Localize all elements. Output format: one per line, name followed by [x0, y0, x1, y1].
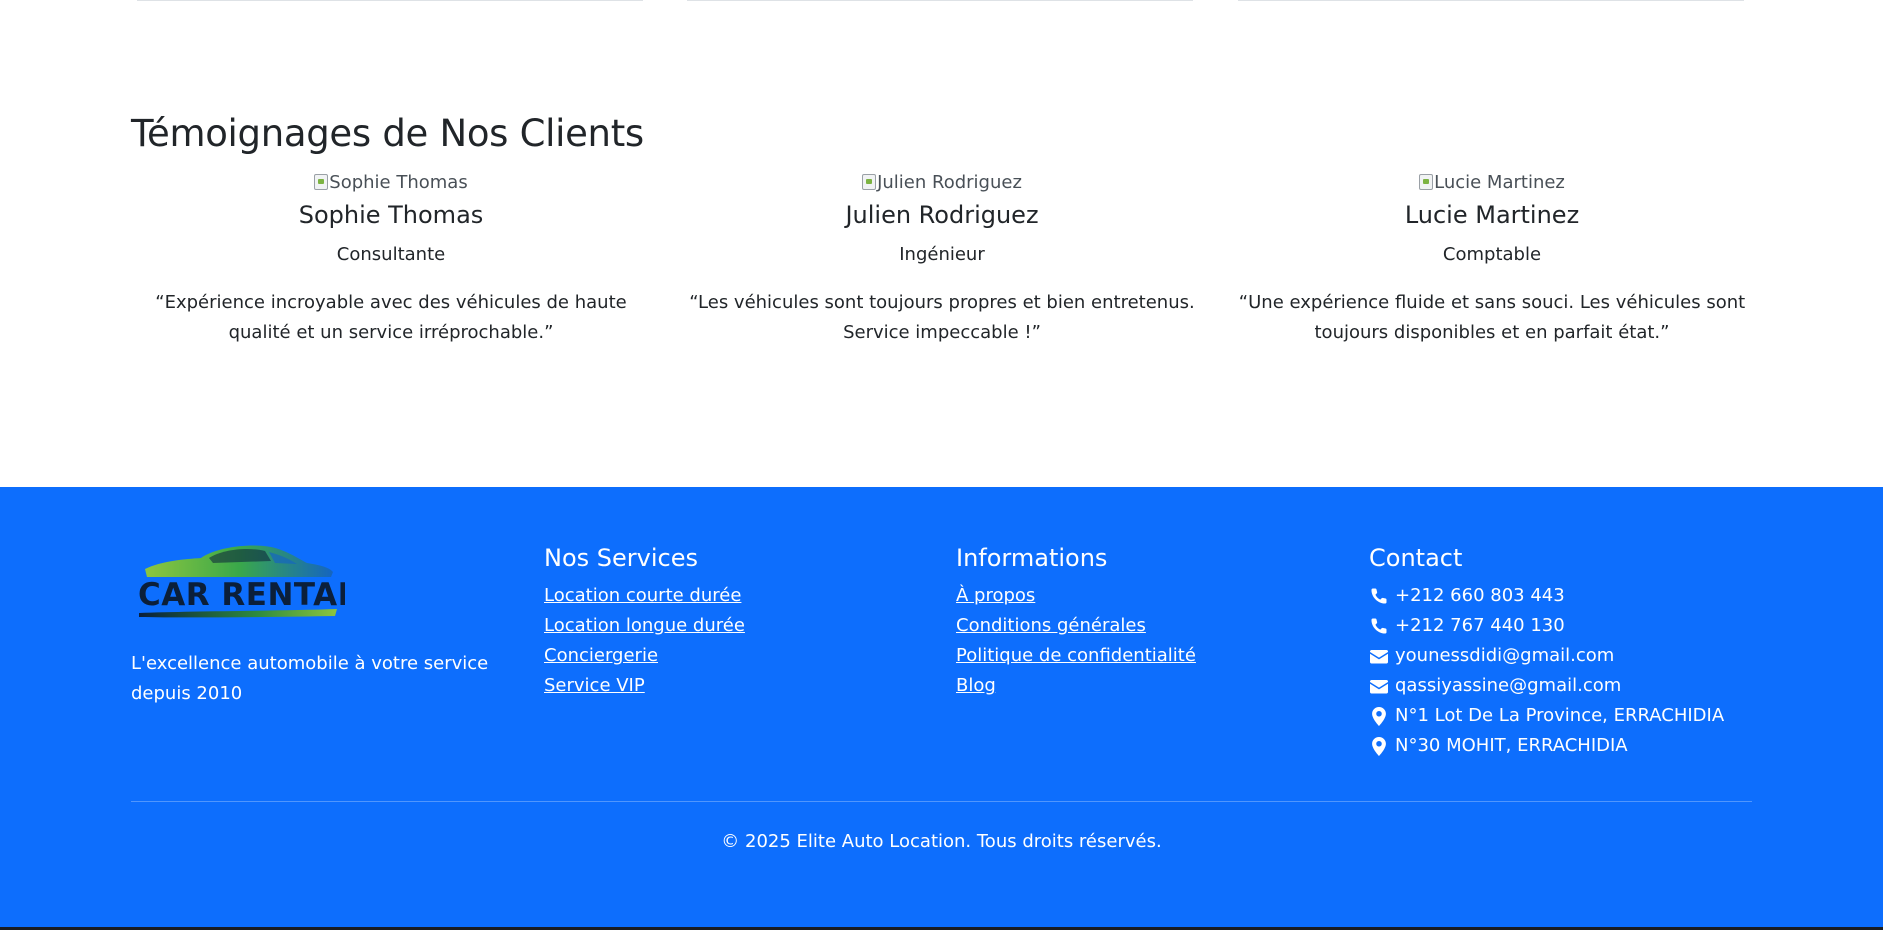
contact-list: +212 660 803 443 +212 767 440 130 younes…: [1369, 581, 1724, 761]
envelope-icon: [1369, 648, 1389, 664]
client-name: Lucie Martinez: [1404, 201, 1580, 229]
site-footer: CAR RENTAL L'excellence automobile à vot…: [0, 487, 1883, 930]
testimonial-card: Sophie Thomas Sophie Thomas Consultante …: [126, 170, 656, 348]
contact-text: +212 660 803 443: [1395, 585, 1565, 606]
client-role: Ingénieur: [899, 244, 985, 265]
contact-phone: +212 660 803 443: [1369, 581, 1724, 611]
contact-text: +212 767 440 130: [1395, 615, 1565, 636]
phone-icon: [1369, 587, 1389, 605]
footer-tagline: L'excellence automobile à votre service …: [131, 653, 489, 704]
contact-text: N°1 Lot De La Province, ERRACHIDIA: [1395, 705, 1725, 726]
testimonial-card: Julien Rodriguez Julien Rodriguez Ingéni…: [677, 170, 1207, 348]
svg-text:CAR RENTAL: CAR RENTAL: [138, 577, 345, 613]
broken-image-icon: [862, 174, 877, 190]
phone-icon: [1369, 617, 1389, 635]
client-photo-broken-image: Sophie Thomas: [314, 170, 468, 194]
client-role: Consultante: [336, 244, 446, 265]
client-quote: “Une expérience fluide et sans souci. Le…: [1238, 292, 1746, 343]
services-list: Location courte durée Location longue du…: [544, 581, 745, 701]
car-rental-logo[interactable]: CAR RENTAL: [131, 539, 357, 625]
informations-list: À propos Conditions générales Politique …: [956, 581, 1196, 701]
client-role: Comptable: [1442, 244, 1542, 265]
footer-divider: [131, 801, 1752, 802]
link-a-propos[interactable]: À propos: [956, 585, 1035, 606]
footer-informations: Informations À propos Conditions général…: [956, 543, 1196, 701]
link-conditions-generales[interactable]: Conditions générales: [956, 615, 1146, 636]
link-service-vip[interactable]: Service VIP: [544, 675, 645, 696]
footer-contact: Contact +212 660 803 443 +212 767 440 13…: [1369, 543, 1724, 761]
contact-text: younessdidi@gmail.com: [1395, 645, 1615, 666]
client-quote: “Expérience incroyable avec des véhicule…: [155, 292, 627, 343]
contact-heading: Contact: [1369, 544, 1463, 572]
testimonials-section: Témoignages de Nos Clients Sophie Thomas…: [0, 0, 1883, 487]
link-location-courte-duree[interactable]: Location courte durée: [544, 585, 741, 606]
client-name: Sophie Thomas: [298, 201, 484, 229]
section-title: Témoignages de Nos Clients: [131, 112, 644, 155]
link-location-longue-duree[interactable]: Location longue durée: [544, 615, 745, 636]
testimonial-card: Lucie Martinez Lucie Martinez Comptable …: [1227, 170, 1757, 348]
services-heading: Nos Services: [544, 544, 698, 572]
client-photo-broken-image: Julien Rodriguez: [862, 170, 1022, 194]
informations-heading: Informations: [956, 544, 1108, 572]
copyright-text: © 2025 Elite Auto Location. Tous droits …: [721, 831, 1162, 852]
contact-email: younessdidi@gmail.com: [1369, 641, 1724, 671]
contact-email: qassiyassine@gmail.com: [1369, 671, 1724, 701]
image-alt-text: Lucie Martinez: [1434, 171, 1565, 193]
client-photo-broken-image: Lucie Martinez: [1419, 170, 1565, 194]
client-name: Julien Rodriguez: [845, 201, 1039, 229]
broken-image-icon: [314, 174, 329, 190]
image-alt-text: Sophie Thomas: [329, 171, 468, 193]
envelope-icon: [1369, 678, 1389, 694]
contact-address: N°1 Lot De La Province, ERRACHIDIA: [1369, 701, 1724, 731]
link-politique-confidentialite[interactable]: Politique de confidentialité: [956, 645, 1196, 666]
image-alt-text: Julien Rodriguez: [877, 171, 1022, 193]
footer-services: Nos Services Location courte durée Locat…: [544, 543, 745, 701]
contact-text: qassiyassine@gmail.com: [1395, 675, 1622, 696]
link-blog[interactable]: Blog: [956, 675, 996, 696]
map-marker-icon: [1369, 706, 1389, 726]
contact-text: N°30 MOHIT, ERRACHIDIA: [1395, 735, 1628, 756]
map-marker-icon: [1369, 736, 1389, 756]
client-quote: “Les véhicules sont toujours propres et …: [689, 292, 1195, 343]
contact-phone: +212 767 440 130: [1369, 611, 1724, 641]
broken-image-icon: [1419, 174, 1434, 190]
footer-brand: CAR RENTAL L'excellence automobile à vot…: [131, 543, 511, 709]
contact-address: N°30 MOHIT, ERRACHIDIA: [1369, 731, 1724, 761]
link-conciergerie[interactable]: Conciergerie: [544, 645, 658, 666]
